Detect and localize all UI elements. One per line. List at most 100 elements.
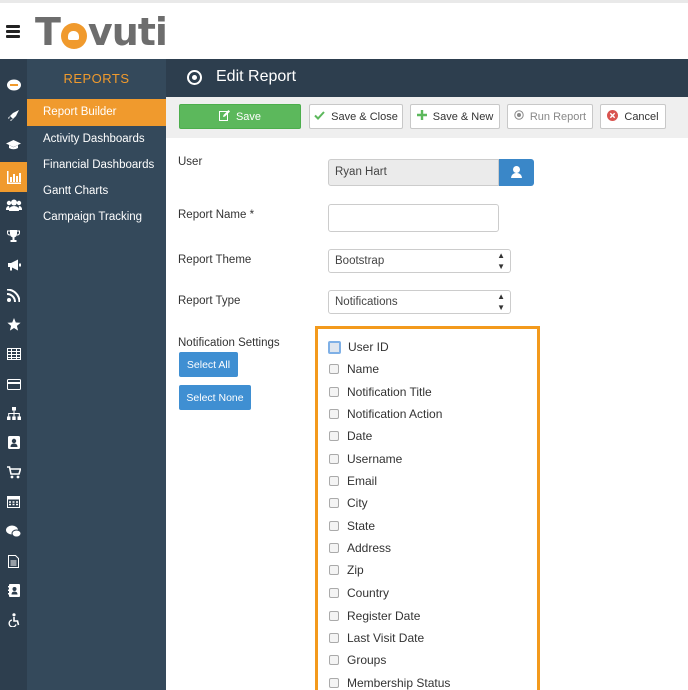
accessibility-icon[interactable] xyxy=(0,608,27,632)
checkbox-row-name[interactable]: Name xyxy=(329,359,379,379)
checkbox-row-notification-title[interactable]: Notification Title xyxy=(329,382,432,402)
select-all-button[interactable]: Select All xyxy=(179,352,238,377)
checkbox-row-last-visit-date[interactable]: Last Visit Date xyxy=(329,628,424,648)
checkbox[interactable] xyxy=(329,611,339,621)
cancel-label: Cancel xyxy=(624,110,659,123)
graduation-cap-icon[interactable] xyxy=(0,133,27,157)
address-book-icon[interactable] xyxy=(0,578,27,602)
checkbox[interactable] xyxy=(329,543,339,553)
checkbox-row-groups[interactable]: Groups xyxy=(329,650,386,670)
report-type-value: Notifications xyxy=(335,296,398,308)
users-icon[interactable] xyxy=(0,193,27,217)
checkbox-row-membership-status[interactable]: Membership Status xyxy=(329,673,450,690)
sidebar-item-report-builder[interactable]: Report Builder xyxy=(27,99,166,126)
comments-icon[interactable] xyxy=(0,519,27,543)
report-theme-value: Bootstrap xyxy=(335,255,385,267)
checkbox[interactable] xyxy=(329,454,339,464)
sidebar-item-gantt-charts[interactable]: Gantt Charts xyxy=(27,178,166,204)
notification-fields-panel: User ID Name Notification Title Notifica… xyxy=(315,326,540,690)
run-report-button[interactable]: Run Report xyxy=(507,104,593,129)
calendar-icon[interactable] xyxy=(0,489,27,513)
content-header: Edit Report xyxy=(166,59,688,97)
cart-icon[interactable] xyxy=(0,460,27,484)
checkbox-label: Notification Title xyxy=(347,385,432,399)
select-none-button[interactable]: Select None xyxy=(179,385,251,410)
checkbox-row-user-id[interactable]: User ID xyxy=(328,337,389,357)
user-icon xyxy=(513,166,520,173)
sitemap-icon[interactable] xyxy=(0,401,27,425)
hamburger-menu-icon[interactable] xyxy=(6,25,20,38)
save-button[interactable]: Save xyxy=(179,104,301,129)
checkbox[interactable] xyxy=(329,521,339,531)
user-field[interactable]: Ryan Hart xyxy=(328,159,499,186)
user-label: User xyxy=(178,156,203,168)
checkbox[interactable] xyxy=(328,340,341,354)
sidebar-title: REPORTS xyxy=(63,71,130,86)
credit-card-icon[interactable] xyxy=(0,372,27,396)
checkbox[interactable] xyxy=(329,387,339,397)
report-type-label: Report Type xyxy=(178,295,241,307)
star-icon[interactable] xyxy=(0,312,27,336)
chat-bubble-icon[interactable] xyxy=(0,73,27,97)
checkbox-label: Zip xyxy=(347,563,364,577)
checkbox-row-address[interactable]: Address xyxy=(329,538,391,558)
checkbox[interactable] xyxy=(329,565,339,575)
notification-settings-label: Notification Settings xyxy=(178,337,280,349)
tovuti-logo[interactable]: T vuti xyxy=(35,10,168,54)
cancel-button[interactable]: Cancel xyxy=(600,104,666,129)
report-theme-select[interactable]: Bootstrap ▲ ▼ xyxy=(328,249,511,273)
sidebar-item-activity-dashboards[interactable]: Activity Dashboards xyxy=(27,126,166,152)
page-title: Edit Report xyxy=(216,68,297,85)
checkbox-row-date[interactable]: Date xyxy=(329,426,372,446)
top-bar: T vuti xyxy=(0,0,688,59)
elephant-logo-icon xyxy=(60,23,87,49)
edit-icon xyxy=(218,109,230,124)
rocket-icon[interactable] xyxy=(0,103,27,127)
checkbox-label: Membership Status xyxy=(347,676,451,690)
checkbox-row-email[interactable]: Email xyxy=(329,471,377,491)
checkbox[interactable] xyxy=(329,678,339,688)
check-icon xyxy=(314,110,325,123)
checkbox-row-username[interactable]: Username xyxy=(329,449,402,469)
save-close-label: Save & Close xyxy=(331,110,398,123)
report-type-select[interactable]: Notifications ▲ ▼ xyxy=(328,290,511,314)
checkbox-row-notification-action[interactable]: Notification Action xyxy=(329,404,442,424)
checkbox[interactable] xyxy=(329,633,339,643)
id-badge-icon[interactable] xyxy=(0,430,27,454)
checkbox[interactable] xyxy=(329,431,339,441)
checkbox-row-register-date[interactable]: Register Date xyxy=(329,606,420,626)
checkbox-label: Username xyxy=(347,452,403,466)
checkbox[interactable] xyxy=(329,364,339,374)
checkbox[interactable] xyxy=(329,409,339,419)
save-new-button[interactable]: Save & New xyxy=(410,104,500,129)
checkbox-row-country[interactable]: Country xyxy=(329,583,389,603)
select-arrows-icon: ▲ ▼ xyxy=(497,251,505,271)
document-icon[interactable] xyxy=(0,549,27,573)
checkbox[interactable] xyxy=(329,476,339,486)
checkbox-label: Register Date xyxy=(347,609,421,623)
checkbox-row-zip[interactable]: Zip xyxy=(329,560,364,580)
report-name-input[interactable] xyxy=(328,204,499,232)
logo-text-left: T xyxy=(35,10,61,54)
checkbox[interactable] xyxy=(329,498,339,508)
checkbox-label: Email xyxy=(347,474,378,488)
sidebar-item-financial-dashboards[interactable]: Financial Dashboards xyxy=(27,152,166,178)
action-toolbar: Save Save & Close Save & New Run Report … xyxy=(166,97,688,138)
radio-circle-icon xyxy=(187,70,202,85)
report-theme-label: Report Theme xyxy=(178,254,252,266)
checkbox-row-state[interactable]: State xyxy=(329,516,375,536)
table-icon[interactable] xyxy=(0,342,27,366)
checkbox[interactable] xyxy=(329,588,339,598)
checkbox-label: City xyxy=(347,496,368,510)
sidebar-item-campaign-tracking[interactable]: Campaign Tracking xyxy=(27,204,166,230)
megaphone-icon[interactable] xyxy=(0,253,27,277)
select-user-button[interactable] xyxy=(499,159,534,186)
checkbox-label: Address xyxy=(347,541,392,555)
checkbox[interactable] xyxy=(329,655,339,665)
run-report-label: Run Report xyxy=(529,110,587,123)
trophy-icon[interactable] xyxy=(0,223,27,247)
checkbox-row-city[interactable]: City xyxy=(329,493,368,513)
save-close-button[interactable]: Save & Close xyxy=(309,104,403,129)
feed-icon[interactable] xyxy=(0,283,27,307)
bar-chart-icon[interactable] xyxy=(0,162,27,192)
